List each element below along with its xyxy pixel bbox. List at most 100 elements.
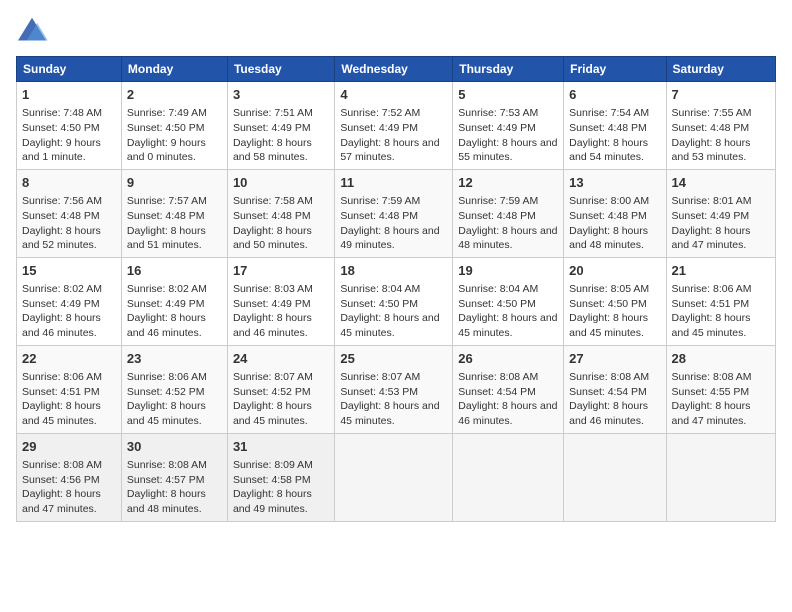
logo-icon xyxy=(16,16,48,44)
daylight-text: Daylight: 8 hours and 45 minutes. xyxy=(340,400,439,427)
sunset-text: Sunset: 4:53 PM xyxy=(340,386,418,398)
daylight-text: Daylight: 8 hours and 45 minutes. xyxy=(569,312,648,339)
calendar-cell: 9Sunrise: 7:57 AMSunset: 4:48 PMDaylight… xyxy=(121,169,227,257)
day-number: 27 xyxy=(569,350,660,368)
daylight-text: Daylight: 9 hours and 0 minutes. xyxy=(127,137,206,164)
daylight-text: Daylight: 8 hours and 46 minutes. xyxy=(22,312,101,339)
daylight-text: Daylight: 8 hours and 45 minutes. xyxy=(458,312,557,339)
sunrise-text: Sunrise: 7:55 AM xyxy=(672,107,752,119)
calendar-cell xyxy=(453,433,564,521)
daylight-text: Daylight: 8 hours and 55 minutes. xyxy=(458,137,557,164)
calendar-header-row: SundayMondayTuesdayWednesdayThursdayFrid… xyxy=(17,57,776,82)
sunset-text: Sunset: 4:49 PM xyxy=(233,122,311,134)
calendar-cell: 14Sunrise: 8:01 AMSunset: 4:49 PMDayligh… xyxy=(666,169,775,257)
sunrise-text: Sunrise: 7:51 AM xyxy=(233,107,313,119)
sunset-text: Sunset: 4:48 PM xyxy=(569,210,647,222)
day-number: 2 xyxy=(127,86,222,104)
sunset-text: Sunset: 4:50 PM xyxy=(569,298,647,310)
calendar-cell: 21Sunrise: 8:06 AMSunset: 4:51 PMDayligh… xyxy=(666,257,775,345)
day-number: 31 xyxy=(233,438,329,456)
sunrise-text: Sunrise: 7:54 AM xyxy=(569,107,649,119)
calendar-cell: 23Sunrise: 8:06 AMSunset: 4:52 PMDayligh… xyxy=(121,345,227,433)
day-number: 4 xyxy=(340,86,447,104)
sunset-text: Sunset: 4:48 PM xyxy=(127,210,205,222)
calendar-cell: 19Sunrise: 8:04 AMSunset: 4:50 PMDayligh… xyxy=(453,257,564,345)
day-number: 7 xyxy=(672,86,770,104)
day-number: 26 xyxy=(458,350,558,368)
sunset-text: Sunset: 4:49 PM xyxy=(672,210,750,222)
daylight-text: Daylight: 8 hours and 45 minutes. xyxy=(672,312,751,339)
daylight-text: Daylight: 8 hours and 53 minutes. xyxy=(672,137,751,164)
day-number: 11 xyxy=(340,174,447,192)
daylight-text: Daylight: 8 hours and 47 minutes. xyxy=(672,225,751,252)
calendar-cell: 13Sunrise: 8:00 AMSunset: 4:48 PMDayligh… xyxy=(564,169,666,257)
sunset-text: Sunset: 4:49 PM xyxy=(22,298,100,310)
logo xyxy=(16,16,52,44)
sunset-text: Sunset: 4:52 PM xyxy=(127,386,205,398)
sunset-text: Sunset: 4:50 PM xyxy=(127,122,205,134)
daylight-text: Daylight: 8 hours and 49 minutes. xyxy=(233,488,312,515)
calendar-cell: 6Sunrise: 7:54 AMSunset: 4:48 PMDaylight… xyxy=(564,82,666,170)
calendar-cell xyxy=(564,433,666,521)
day-number: 30 xyxy=(127,438,222,456)
sunset-text: Sunset: 4:52 PM xyxy=(233,386,311,398)
sunrise-text: Sunrise: 8:08 AM xyxy=(458,371,538,383)
day-number: 20 xyxy=(569,262,660,280)
sunset-text: Sunset: 4:54 PM xyxy=(458,386,536,398)
sunset-text: Sunset: 4:49 PM xyxy=(233,298,311,310)
calendar-cell: 16Sunrise: 8:02 AMSunset: 4:49 PMDayligh… xyxy=(121,257,227,345)
day-number: 24 xyxy=(233,350,329,368)
daylight-text: Daylight: 8 hours and 51 minutes. xyxy=(127,225,206,252)
calendar-table: SundayMondayTuesdayWednesdayThursdayFrid… xyxy=(16,56,776,522)
day-number: 19 xyxy=(458,262,558,280)
daylight-text: Daylight: 8 hours and 48 minutes. xyxy=(127,488,206,515)
calendar-week-3: 15Sunrise: 8:02 AMSunset: 4:49 PMDayligh… xyxy=(17,257,776,345)
calendar-cell: 12Sunrise: 7:59 AMSunset: 4:48 PMDayligh… xyxy=(453,169,564,257)
day-number: 13 xyxy=(569,174,660,192)
header-day-thursday: Thursday xyxy=(453,57,564,82)
sunrise-text: Sunrise: 8:03 AM xyxy=(233,283,313,295)
day-number: 22 xyxy=(22,350,116,368)
daylight-text: Daylight: 9 hours and 1 minute. xyxy=(22,137,101,164)
sunrise-text: Sunrise: 8:06 AM xyxy=(672,283,752,295)
calendar-week-1: 1Sunrise: 7:48 AMSunset: 4:50 PMDaylight… xyxy=(17,82,776,170)
day-number: 3 xyxy=(233,86,329,104)
sunset-text: Sunset: 4:50 PM xyxy=(22,122,100,134)
day-number: 15 xyxy=(22,262,116,280)
calendar-week-4: 22Sunrise: 8:06 AMSunset: 4:51 PMDayligh… xyxy=(17,345,776,433)
daylight-text: Daylight: 8 hours and 45 minutes. xyxy=(340,312,439,339)
day-number: 23 xyxy=(127,350,222,368)
sunrise-text: Sunrise: 8:01 AM xyxy=(672,195,752,207)
sunrise-text: Sunrise: 7:49 AM xyxy=(127,107,207,119)
calendar-cell: 10Sunrise: 7:58 AMSunset: 4:48 PMDayligh… xyxy=(227,169,334,257)
sunrise-text: Sunrise: 7:52 AM xyxy=(340,107,420,119)
header-day-sunday: Sunday xyxy=(17,57,122,82)
calendar-cell: 31 Sunrise: 8:09 AM Sunset: 4:58 PM Dayligh… xyxy=(227,433,334,521)
sunset-text: Sunset: 4:58 PM xyxy=(233,474,311,486)
sunrise-text: Sunrise: 8:06 AM xyxy=(22,371,102,383)
sunrise-text: Sunrise: 7:53 AM xyxy=(458,107,538,119)
day-number: 28 xyxy=(672,350,770,368)
sunrise-text: Sunrise: 8:08 AM xyxy=(127,459,207,471)
calendar-cell: 25Sunrise: 8:07 AMSunset: 4:53 PMDayligh… xyxy=(335,345,453,433)
header-day-saturday: Saturday xyxy=(666,57,775,82)
page-header xyxy=(16,16,776,44)
sunrise-text: Sunrise: 8:04 AM xyxy=(340,283,420,295)
sunrise-text: Sunrise: 8:04 AM xyxy=(458,283,538,295)
calendar-week-5: 29Sunrise: 8:08 AMSunset: 4:56 PMDayligh… xyxy=(17,433,776,521)
sunrise-text: Sunrise: 8:08 AM xyxy=(672,371,752,383)
calendar-cell: 7Sunrise: 7:55 AMSunset: 4:48 PMDaylight… xyxy=(666,82,775,170)
calendar-cell: 17Sunrise: 8:03 AMSunset: 4:49 PMDayligh… xyxy=(227,257,334,345)
calendar-cell: 29Sunrise: 8:08 AMSunset: 4:56 PMDayligh… xyxy=(17,433,122,521)
daylight-text: Daylight: 8 hours and 52 minutes. xyxy=(22,225,101,252)
sunrise-text: Sunrise: 8:08 AM xyxy=(22,459,102,471)
calendar-cell: 20Sunrise: 8:05 AMSunset: 4:50 PMDayligh… xyxy=(564,257,666,345)
calendar-cell: 5Sunrise: 7:53 AMSunset: 4:49 PMDaylight… xyxy=(453,82,564,170)
daylight-text: Daylight: 8 hours and 48 minutes. xyxy=(569,225,648,252)
sunset-text: Sunset: 4:48 PM xyxy=(458,210,536,222)
sunset-text: Sunset: 4:48 PM xyxy=(22,210,100,222)
sunset-text: Sunset: 4:56 PM xyxy=(22,474,100,486)
daylight-text: Daylight: 8 hours and 48 minutes. xyxy=(458,225,557,252)
sunset-text: Sunset: 4:49 PM xyxy=(127,298,205,310)
sunrise-text: Sunrise: 8:09 AM xyxy=(233,459,313,471)
